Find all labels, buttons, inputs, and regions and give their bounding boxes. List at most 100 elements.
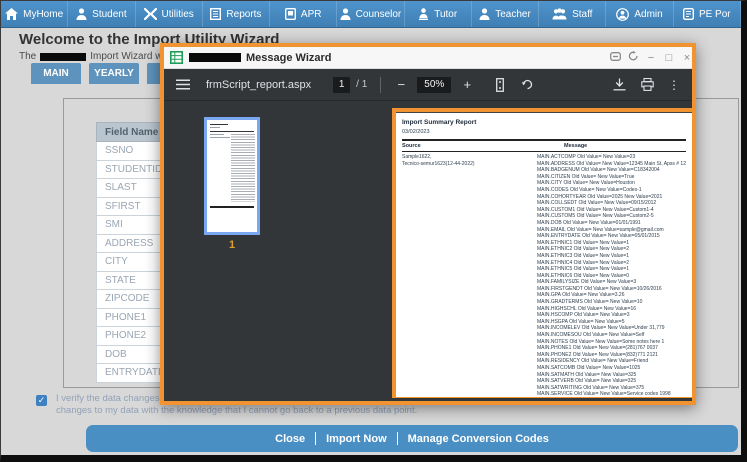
report-message-line: MAIN.COHORTYEAR Old Value=2025 New Value… bbox=[536, 193, 663, 200]
report-column-headers: Source Message bbox=[402, 139, 686, 152]
close-icon[interactable]: × bbox=[678, 52, 692, 64]
more-options-icon[interactable]: ⋮ bbox=[668, 78, 680, 92]
nav-item-myhome[interactable]: MyHome bbox=[1, 1, 69, 27]
report-message-line: MAIN.DOB Old Value= New Value=01/01/1991 bbox=[536, 219, 641, 226]
app-window: MyHome Student Utilities Reports APR Cou… bbox=[0, 0, 747, 462]
person-icon bbox=[419, 8, 429, 20]
minimize-icon[interactable]: − bbox=[642, 52, 660, 64]
rotate-icon[interactable] bbox=[521, 78, 534, 91]
report-message-line: MAIN.ETHNIC5 Old Value= New Value=1 bbox=[536, 266, 630, 273]
report-message-list: MAIN.ACTCOMP Old Value= New Value=23 MAIN… bbox=[536, 154, 686, 398]
home-icon bbox=[5, 8, 19, 20]
report-message-line: MAIN.COLLSEDT Old Value= New Value=09/15… bbox=[536, 200, 657, 207]
nav-label: Utilities bbox=[161, 8, 194, 20]
nav-label: PE Por bbox=[698, 8, 731, 20]
divider bbox=[380, 76, 382, 93]
import-now-button[interactable]: Import Now bbox=[326, 433, 387, 445]
download-icon[interactable] bbox=[613, 78, 626, 91]
person-icon bbox=[76, 8, 87, 20]
col-message: Message bbox=[564, 143, 588, 149]
spreadsheet-icon bbox=[170, 51, 183, 64]
page-number-input[interactable]: 1 bbox=[333, 76, 351, 93]
report-message-line: MAIN.HIGHSCHL Old Value= New Value=16 bbox=[536, 305, 637, 312]
menu-icon[interactable] bbox=[176, 79, 190, 90]
report-message-line: MAIN.CODES Old Value= New Value=Codes-1 bbox=[536, 186, 642, 193]
page-total: / 1 bbox=[356, 79, 368, 90]
nav-item-staff[interactable]: Staff bbox=[539, 1, 607, 27]
zoom-level[interactable]: 50% bbox=[417, 76, 452, 93]
report-message-line: MAIN.SATCOMB Old Value= New Value=1025 bbox=[536, 365, 641, 371]
source-line2: Tecnico-semur1623(12-44-2022) bbox=[402, 160, 475, 167]
nav-label: Teacher bbox=[495, 8, 531, 20]
maximize-icon[interactable]: □ bbox=[660, 52, 678, 64]
report-message-line: MAIN.SATWRITING Old Value= New Value=375 bbox=[536, 384, 645, 391]
nav-item-pe-portal[interactable]: PE Por bbox=[674, 1, 741, 27]
nav-item-student[interactable]: Student bbox=[68, 1, 136, 27]
report-message-line: MAIN.ADDRESS Old Value= New Value=12345 … bbox=[536, 160, 686, 167]
report-icon bbox=[210, 8, 222, 20]
report-message-line: MAIN.HSGPA Old Value= New Value=5 bbox=[536, 318, 625, 325]
report-message-line: MAIN.INCOMELEV Old Value= New Value=Unde… bbox=[536, 325, 665, 332]
report-message-line: MAIN.SERVICE Old Value= New Value=Servic… bbox=[536, 391, 671, 398]
person-icon bbox=[479, 8, 490, 20]
nav-item-counselor[interactable]: Counselor bbox=[337, 1, 405, 27]
message-wizard-modal: Message Wizard − □ × frmScript_report.as… bbox=[160, 43, 696, 405]
nav-item-reports[interactable]: Reports bbox=[203, 1, 271, 27]
thumbnail-page-number: 1 bbox=[228, 239, 236, 251]
close-button[interactable]: Close bbox=[275, 433, 305, 445]
report-page: Import Summary Report 03/02/2023 Source … bbox=[392, 108, 692, 398]
report-message-line: MAIN.PHONE1 Old Value= New Value=(281)76… bbox=[536, 345, 658, 352]
report-message-line: MAIN.CITIZEN Old Value= New Value=True bbox=[536, 173, 635, 180]
tablet-icon bbox=[284, 8, 296, 20]
tab-main[interactable]: MAIN bbox=[31, 63, 81, 84]
nav-label: Counselor bbox=[355, 8, 402, 20]
dock-icon[interactable] bbox=[606, 51, 624, 64]
modal-title: Message Wizard bbox=[246, 51, 332, 64]
col-source: Source bbox=[402, 143, 421, 149]
verify-checkbox[interactable]: ✓ bbox=[36, 395, 47, 406]
tab-yearly[interactable]: YEARLY bbox=[89, 63, 139, 84]
wrench-icon bbox=[143, 8, 157, 20]
report-message-line: MAIN.PHONE2 Old Value= New Value=(832)77… bbox=[536, 351, 658, 358]
print-icon[interactable] bbox=[641, 78, 654, 91]
report-title: Import Summary Report bbox=[402, 119, 477, 126]
manage-conversion-codes-button[interactable]: Manage Conversion Codes bbox=[408, 433, 549, 445]
nav-label: Tutor bbox=[434, 8, 458, 20]
page-thumbnail[interactable] bbox=[204, 117, 260, 235]
nav-label: MyHome bbox=[23, 8, 64, 20]
report-source-cell: Sample1622, Tecnico-semur1623(12-44-2022… bbox=[402, 154, 537, 397]
nav-item-apr[interactable]: APR bbox=[270, 1, 338, 27]
modal-titlebar: Message Wizard − □ × bbox=[164, 47, 692, 69]
report-message-line: MAIN.GPA Old Value= New Value=3.26 bbox=[536, 292, 625, 299]
report-message-line: MAIN.SATMATH Old Value= New Value=325 bbox=[536, 371, 637, 378]
pdf-toolbar: frmScript_report.aspx 1 / 1 − 50% + ⋮ bbox=[164, 69, 692, 101]
report-message-line: MAIN.CUSTOM1 Old Value= New Value=Custom… bbox=[536, 206, 654, 213]
document-name: frmScript_report.aspx bbox=[206, 78, 312, 91]
zoom-out-button[interactable]: − bbox=[394, 77, 408, 92]
report-message-line: MAIN.GRADTERMS Old Value= New Value=10 bbox=[536, 299, 643, 306]
report-message-line: MAIN.SATVERB Old Value= New Value=325 bbox=[536, 378, 637, 385]
person-icon bbox=[340, 8, 351, 20]
redaction-block bbox=[40, 52, 87, 61]
nav-item-teacher[interactable]: Teacher bbox=[472, 1, 540, 27]
thumbnail-text-lines bbox=[231, 134, 255, 202]
divider bbox=[396, 432, 398, 445]
zoom-in-button[interactable]: + bbox=[460, 77, 474, 92]
nav-item-utilities[interactable]: Utilities bbox=[136, 1, 203, 27]
nav-label: Staff bbox=[572, 8, 593, 20]
refresh-icon[interactable] bbox=[624, 51, 642, 64]
report-message-line: MAIN.ETHNIC1 Old Value= New Value=1 bbox=[536, 239, 630, 246]
nav-label: APR bbox=[300, 8, 322, 20]
report-date: 03/02/2023 bbox=[402, 129, 430, 135]
nav-item-admin[interactable]: Admin bbox=[606, 1, 674, 27]
divider bbox=[315, 432, 317, 445]
report-message-line: MAIN.CITY Old Value= New Value=Houston bbox=[536, 180, 635, 187]
verify-line2: changes to my data with the knowledge th… bbox=[56, 405, 418, 416]
report-message-line: MAIN.ENTRYDATE Old Value= New Value=05/0… bbox=[536, 233, 660, 240]
fit-page-icon[interactable] bbox=[494, 77, 506, 92]
report-body: Sample1622, Tecnico-semur1623(12-44-2022… bbox=[402, 154, 686, 398]
action-bar: Close Import Now Manage Conversion Codes bbox=[86, 425, 738, 452]
report-message-line: MAIN.ETHNIC6 Old Value= New Value=0 bbox=[536, 272, 630, 279]
nav-label: Admin bbox=[634, 8, 663, 20]
nav-item-tutor[interactable]: Tutor bbox=[405, 1, 472, 27]
